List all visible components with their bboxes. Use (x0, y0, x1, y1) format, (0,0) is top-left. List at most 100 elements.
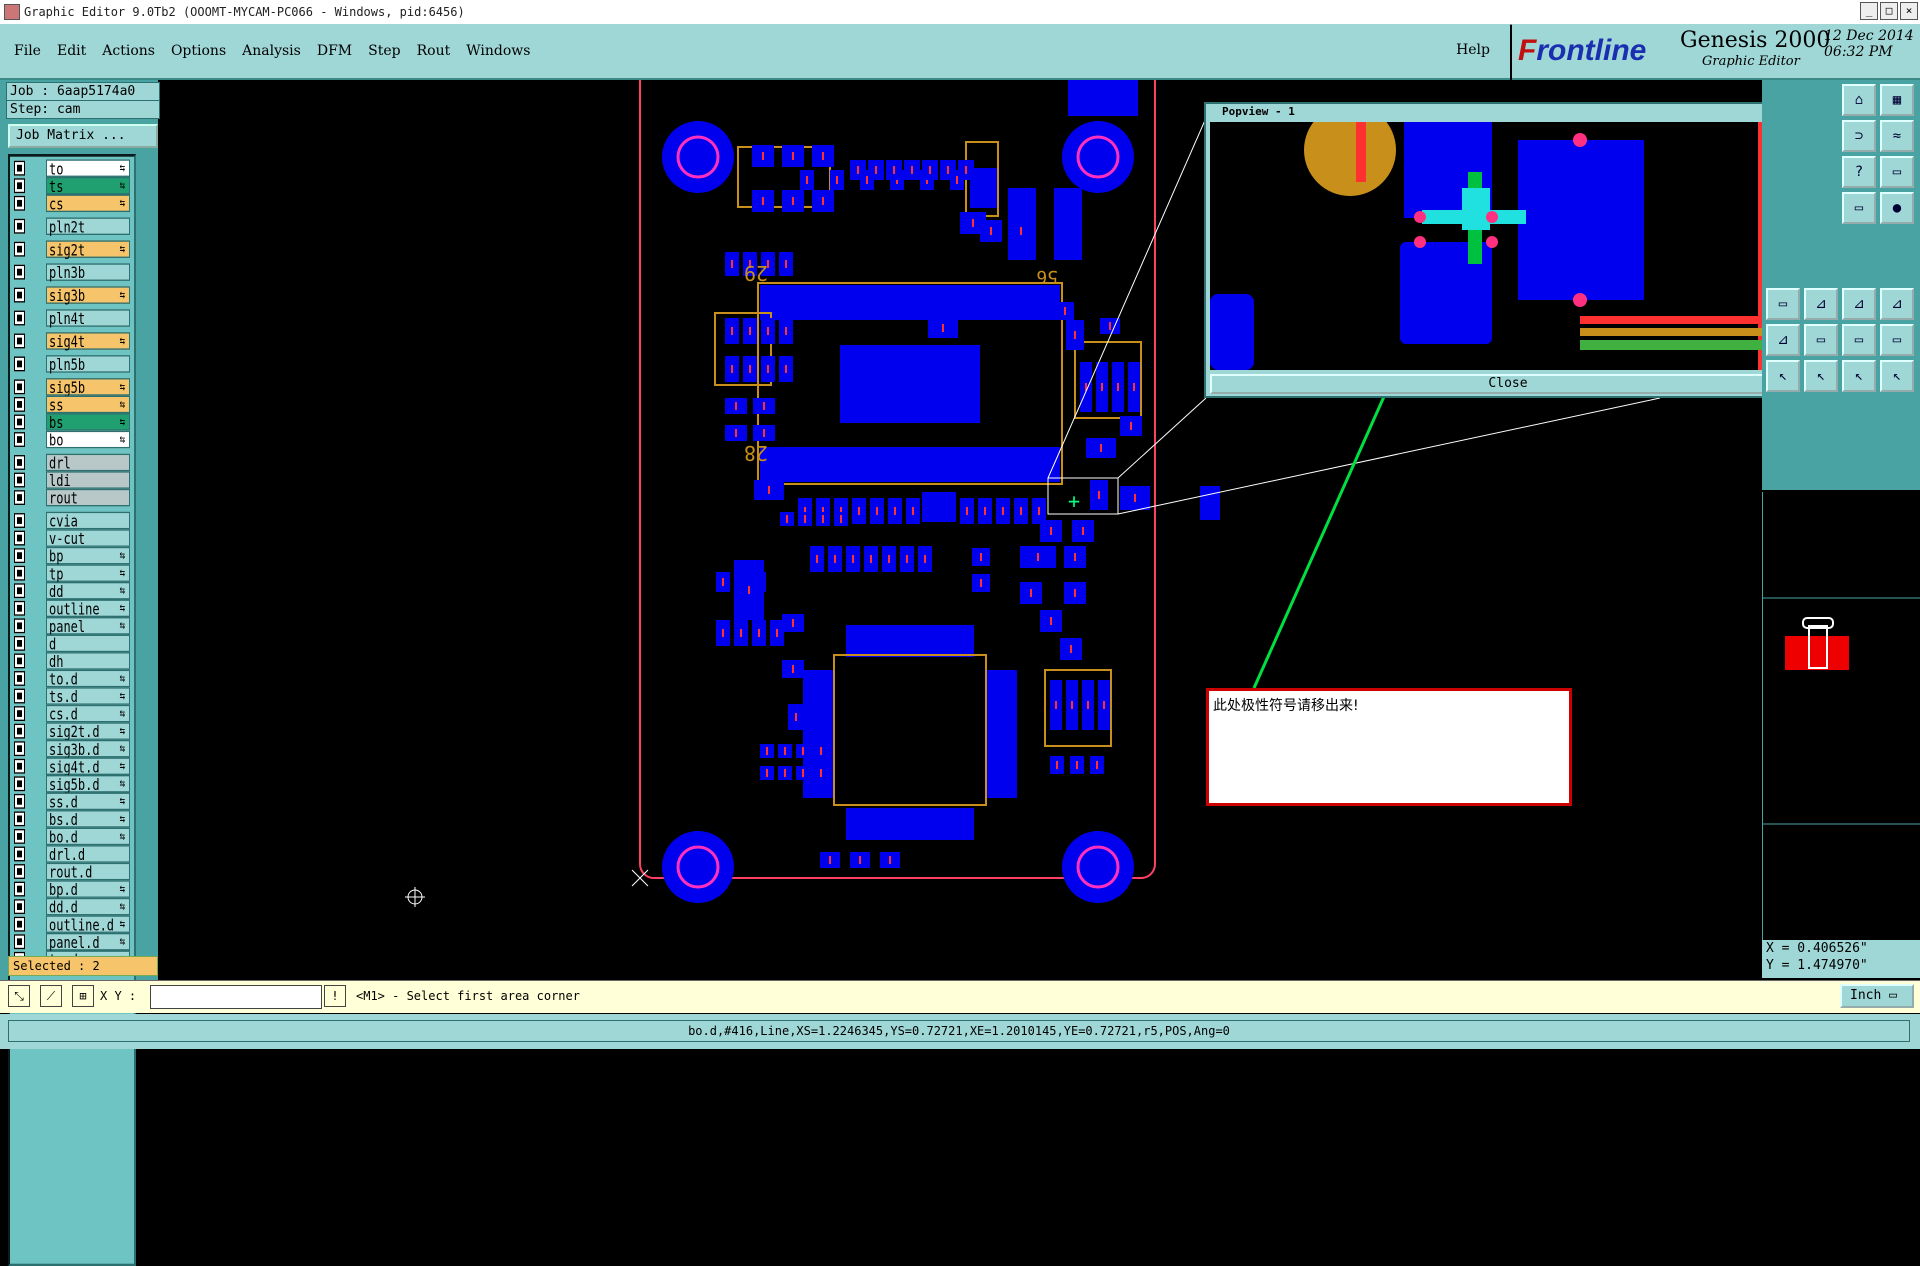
layer-row[interactable]: panel.d ⇆ (12, 932, 132, 951)
layer-row[interactable]: bs.d ⇆ (12, 810, 132, 828)
layer-row[interactable]: ts ⇆ (12, 176, 132, 195)
layer-visibility-checkbox[interactable] (14, 455, 25, 470)
layer-name[interactable]: ldi (46, 471, 130, 489)
layer-name[interactable]: sig2t ⇆ (46, 240, 130, 259)
popview-window[interactable]: Popview - 1 × (1204, 102, 1840, 398)
toolbar-button-icon[interactable]: ▭ (1880, 324, 1914, 356)
layer-row[interactable]: sig4t.d ⇆ (12, 757, 132, 776)
layer-visibility-checkbox[interactable] (14, 671, 25, 686)
layer-row[interactable]: pln3b (12, 263, 132, 282)
layer-name[interactable]: d (46, 634, 130, 653)
layer-visibility-checkbox[interactable] (14, 916, 25, 932)
layer-name[interactable]: drl (46, 453, 130, 472)
layer-visibility-checkbox[interactable] (14, 195, 25, 211)
layer-row[interactable]: outline ⇆ (12, 599, 132, 618)
layer-name[interactable]: sig5b.d ⇆ (46, 775, 130, 793)
layer-visibility-checkbox[interactable] (14, 432, 25, 447)
toolbar-button-icon[interactable]: ≈ (1880, 120, 1914, 152)
popview-canvas[interactable] (1210, 122, 1810, 370)
layer-row[interactable]: bo ⇆ (12, 430, 132, 449)
layer-name[interactable]: sig4t.d ⇆ (46, 757, 130, 776)
layer-name[interactable]: ss ⇆ (46, 395, 130, 414)
layer-row[interactable]: to ⇆ (12, 159, 132, 178)
maximize-button[interactable]: □ (1880, 2, 1898, 20)
layer-row[interactable]: cvia (12, 511, 132, 530)
layer-visibility-checkbox[interactable] (14, 583, 25, 599)
layer-visibility-checkbox[interactable] (14, 635, 25, 651)
layer-row[interactable]: to.d ⇆ (12, 669, 132, 688)
layer-visibility-checkbox[interactable] (14, 600, 25, 616)
layer-name[interactable]: v-cut (46, 529, 130, 548)
layer-name[interactable]: outline ⇆ (46, 599, 130, 618)
layer-visibility-checkbox[interactable] (14, 490, 25, 505)
layer-name[interactable]: panel.d ⇆ (46, 932, 130, 951)
units-select[interactable]: Inch ▭ (1840, 984, 1914, 1008)
menu-analysis[interactable]: Analysis (242, 43, 301, 59)
layer-row[interactable]: pln5b (12, 355, 132, 373)
toolbar-button-icon[interactable]: ⊃ (1842, 120, 1876, 152)
layer-visibility-checkbox[interactable] (14, 160, 25, 176)
layer-name[interactable]: ss.d ⇆ (46, 792, 130, 811)
menu-help[interactable]: Help (1456, 42, 1490, 58)
toolbar-button-icon[interactable]: ▭ (1880, 156, 1914, 188)
layer-row[interactable]: rout.d (12, 862, 132, 881)
layer-row[interactable]: tp ⇆ (12, 564, 132, 583)
layer-visibility-checkbox[interactable] (14, 829, 25, 844)
layer-visibility-checkbox[interactable] (14, 264, 25, 280)
close-window-button[interactable]: × (1900, 2, 1918, 20)
layer-visibility-checkbox[interactable] (14, 811, 25, 827)
tool-grid-icon[interactable]: ⊞ (72, 985, 94, 1007)
layer-name[interactable]: ts ⇆ (46, 176, 130, 195)
layer-name[interactable]: rout (46, 488, 130, 507)
layer-row[interactable]: bo.d ⇆ (12, 827, 132, 846)
layer-name[interactable]: dh (46, 652, 130, 670)
job-matrix-button[interactable]: Job Matrix ... (8, 124, 158, 148)
toolbar-button-icon[interactable]: ▭ (1766, 288, 1800, 320)
layer-visibility-checkbox[interactable] (14, 793, 25, 809)
menu-dfm[interactable]: DFM (317, 43, 352, 59)
menu-edit[interactable]: Edit (57, 43, 86, 59)
layer-row[interactable]: cs ⇆ (12, 194, 132, 213)
layer-visibility-checkbox[interactable] (14, 379, 25, 395)
layer-visibility-checkbox[interactable] (14, 333, 25, 349)
layer-row[interactable]: dd.d ⇆ (12, 897, 132, 916)
layer-name[interactable]: sig5b ⇆ (46, 378, 130, 396)
layer-row[interactable]: v-cut (12, 529, 132, 548)
layer-row[interactable]: sig3b.d ⇆ (12, 739, 132, 758)
layer-name[interactable]: to ⇆ (46, 159, 130, 178)
tool-select-icon[interactable]: ⤡ (8, 985, 30, 1007)
layer-visibility-checkbox[interactable] (14, 688, 25, 704)
toolbar-button-icon[interactable]: ⊿ (1804, 288, 1838, 320)
layer-row[interactable]: sig3b ⇆ (12, 286, 132, 305)
menu-file[interactable]: File (14, 43, 41, 59)
layer-visibility-checkbox[interactable] (14, 706, 25, 721)
layer-name[interactable]: dd.d ⇆ (46, 897, 130, 916)
layer-visibility-checkbox[interactable] (14, 414, 25, 430)
layer-row[interactable]: sig4t ⇆ (12, 332, 132, 350)
toolbar-button-icon[interactable]: ↖ (1804, 360, 1838, 392)
layer-row[interactable]: bp ⇆ (12, 546, 132, 565)
layer-visibility-checkbox[interactable] (14, 356, 25, 372)
layer-row[interactable]: rout (12, 488, 132, 507)
layer-name[interactable]: drl.d (46, 845, 130, 863)
layer-visibility-checkbox[interactable] (14, 241, 25, 257)
toolbar-button-icon[interactable]: ↖ (1880, 360, 1914, 392)
layer-name[interactable]: rout.d (46, 862, 130, 881)
toolbar-button-icon[interactable]: ⊿ (1842, 288, 1876, 320)
layer-visibility-checkbox[interactable] (14, 397, 25, 412)
layer-name[interactable]: bp ⇆ (46, 546, 130, 565)
layer-row[interactable]: ss.d ⇆ (12, 792, 132, 811)
layer-row[interactable]: d (12, 634, 132, 653)
layer-name[interactable]: cs.d ⇆ (46, 704, 130, 723)
layer-row[interactable]: pln4t (12, 309, 132, 327)
toolbar-button-icon[interactable]: ▭ (1842, 324, 1876, 356)
layer-name[interactable]: pln3b (46, 263, 130, 282)
toolbar-button-icon[interactable]: ▦ (1880, 84, 1914, 116)
layer-row[interactable]: drl.d (12, 845, 132, 863)
layer-visibility-checkbox[interactable] (14, 218, 25, 234)
layer-visibility-checkbox[interactable] (14, 472, 25, 488)
minimize-button[interactable]: _ (1860, 2, 1878, 20)
menu-windows[interactable]: Windows (466, 43, 530, 59)
layer-name[interactable]: bo ⇆ (46, 430, 130, 449)
toolbar-button-icon[interactable]: ? (1842, 156, 1876, 188)
